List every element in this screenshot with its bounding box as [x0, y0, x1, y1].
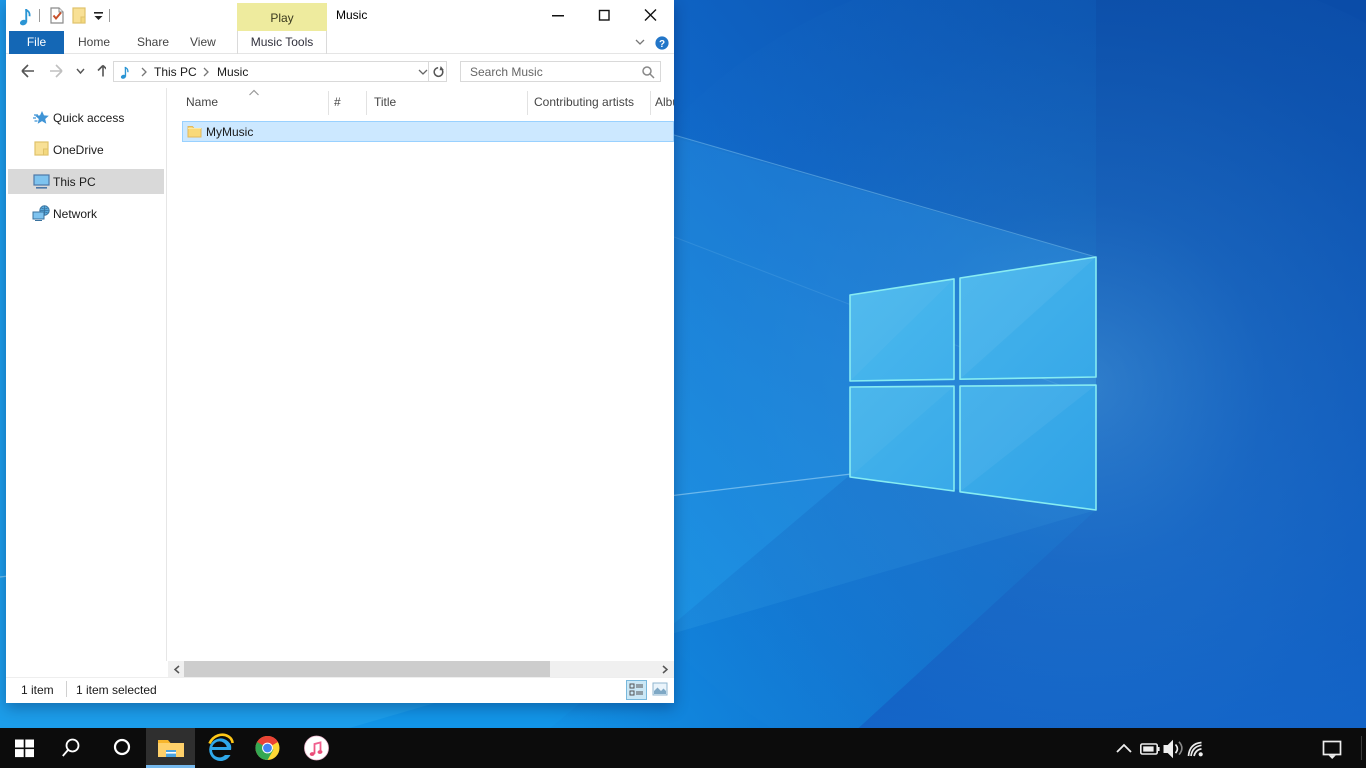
svg-text:?: ?	[659, 39, 665, 50]
